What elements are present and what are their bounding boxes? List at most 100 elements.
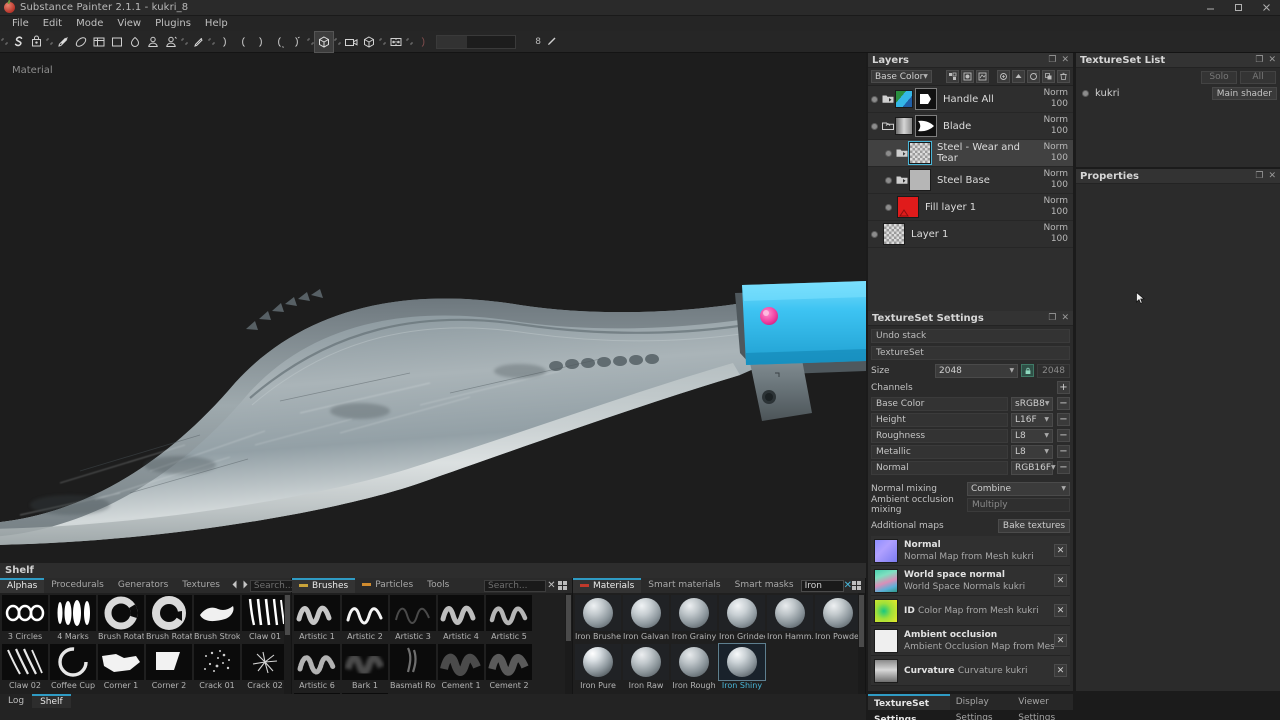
brush-thumbnail[interactable] — [342, 595, 388, 631]
duplicate-layer-icon[interactable] — [1042, 70, 1055, 83]
channel-format-select[interactable]: L8 ▼ — [1011, 444, 1053, 459]
alpha-thumbnail[interactable] — [194, 644, 240, 680]
alpha-thumbnail[interactable] — [2, 644, 48, 680]
channel-format-select[interactable]: L16F ▼ — [1011, 412, 1053, 427]
shelf-scrollbar-alphas[interactable] — [284, 593, 291, 694]
list-item[interactable]: Artistic 3 — [390, 595, 436, 642]
alpha-thumbnail[interactable] — [98, 644, 144, 680]
tab-smart-masks[interactable]: Smart masks — [728, 578, 801, 593]
material-thumbnail[interactable] — [767, 595, 813, 631]
layer-thumbnail[interactable] — [895, 117, 913, 135]
substance-logo-icon[interactable] — [9, 32, 27, 52]
list-item[interactable]: Iron Hamm... — [767, 595, 813, 642]
map-thumbnail[interactable] — [874, 658, 898, 683]
normal-mixing-select[interactable]: Combine ▼ — [967, 481, 1070, 496]
list-item[interactable]: ID Color Map from Mesh kukri ✕ — [871, 596, 1070, 626]
grid-view-brushes-icon[interactable] — [557, 580, 568, 591]
link-lock-icon[interactable] — [1021, 364, 1035, 377]
layer-thumbnail[interactable] — [883, 223, 905, 245]
brush-size-slider[interactable] — [436, 34, 516, 49]
layer-blend-opacity[interactable]: Norm 100 — [1039, 169, 1073, 191]
shelf-scrollbar-brushes[interactable] — [565, 593, 572, 694]
brush-thumbnail[interactable] — [342, 644, 388, 680]
list-item[interactable]: Brush Rotat... — [146, 595, 192, 642]
alpha-thumbnail[interactable] — [146, 644, 192, 680]
layer-mask-thumbnail[interactable] — [915, 88, 937, 110]
list-item[interactable]: Crack 02 — [242, 644, 288, 691]
textureset-settings-close-button[interactable]: ✕ — [1061, 313, 1069, 323]
list-item[interactable]: Iron Pure — [575, 644, 621, 691]
remove-channel-button[interactable]: − — [1057, 413, 1070, 426]
search-input-brushes[interactable]: Search... — [484, 579, 546, 592]
layer-visibility-toggle[interactable] — [882, 176, 895, 184]
brush-thumbnail[interactable] — [438, 644, 484, 680]
channel-base-color[interactable]: Base Color sRGB8 ▼ − — [871, 396, 1070, 411]
bracket-alt-icon[interactable] — [288, 32, 306, 52]
map-thumbnail[interactable] — [874, 628, 898, 653]
list-item[interactable]: Iron Shiny — [718, 643, 766, 691]
list-item[interactable]: Iron Grainy — [671, 595, 717, 642]
alpha-thumbnail[interactable] — [194, 595, 240, 631]
undo-stack-row[interactable]: Undo stack — [871, 329, 1070, 343]
alpha-thumbnail[interactable] — [242, 595, 288, 631]
table-row[interactable]: Steel - Wear and Tear Norm 100 — [868, 140, 1073, 167]
list-item[interactable]: Corner 1 — [98, 644, 144, 691]
menu-view[interactable]: View — [110, 16, 148, 31]
tab-log[interactable]: Log — [0, 694, 32, 708]
list-item[interactable]: Artistic 6 — [294, 644, 340, 691]
layers-panel-float-button[interactable]: ❐ — [1048, 55, 1056, 65]
folder-open-icon[interactable] — [881, 121, 895, 131]
list-item[interactable]: Iron Grinded — [719, 595, 765, 642]
alpha-thumbnail[interactable] — [50, 644, 96, 680]
list-item[interactable]: Iron Powder... — [815, 595, 861, 642]
menu-edit[interactable]: Edit — [36, 16, 69, 31]
layer-visibility-toggle[interactable] — [868, 122, 881, 130]
clear-search-materials-icon[interactable]: ✕ — [844, 580, 852, 591]
map-thumbnail[interactable] — [874, 598, 898, 623]
projection-icon[interactable] — [90, 32, 108, 52]
tab-generators[interactable]: Generators — [111, 578, 175, 593]
alpha-thumbnail[interactable] — [98, 595, 144, 631]
minimize-button[interactable] — [1196, 0, 1224, 16]
list-item[interactable]: Iron Rough — [671, 644, 717, 691]
menu-help[interactable]: Help — [198, 16, 235, 31]
add-group-icon[interactable] — [1027, 70, 1040, 83]
tab-textures[interactable]: Textures — [175, 578, 227, 593]
brush-thumbnail[interactable] — [438, 595, 484, 631]
alpha-thumbnail[interactable] — [2, 595, 48, 631]
grid-view-materials-icon[interactable] — [852, 580, 861, 591]
textureset-list-float-button[interactable]: ❐ — [1255, 55, 1263, 65]
layer-visibility-toggle[interactable] — [882, 203, 895, 211]
maximize-button[interactable] — [1224, 0, 1252, 16]
layer-blend-opacity[interactable]: Norm 100 — [1040, 142, 1073, 164]
tab-display-settings[interactable]: Display Settings — [950, 694, 1013, 720]
alpha-thumbnail[interactable] — [242, 644, 288, 680]
material-thumbnail[interactable] — [718, 643, 766, 681]
brush-thumbnail[interactable] — [486, 644, 532, 680]
list-item[interactable]: Curvature Curvature kukri ✕ — [871, 656, 1070, 686]
list-item[interactable]: Brush Rotat... — [98, 595, 144, 642]
properties-panel-float-button[interactable]: ❐ — [1255, 171, 1263, 181]
clone-stamp-icon[interactable] — [144, 32, 162, 52]
map-thumbnail[interactable] — [874, 538, 898, 563]
list-item[interactable]: Basmati Rough — [390, 644, 436, 691]
folder-icon[interactable] — [895, 148, 909, 158]
textureset-settings-float-button[interactable]: ❐ — [1048, 313, 1056, 323]
bracket-end-icon[interactable] — [414, 32, 432, 52]
textureset-shader[interactable]: Main shader — [1211, 86, 1277, 100]
table-row[interactable]: Blade Norm 100 — [868, 113, 1073, 140]
paint-brush-icon[interactable] — [54, 32, 72, 52]
list-item[interactable]: Artistic 2 — [342, 595, 388, 642]
textureset-list-close-button[interactable]: ✕ — [1268, 55, 1276, 65]
layer-visibility-toggle[interactable] — [882, 149, 895, 157]
remove-map-button[interactable]: ✕ — [1054, 634, 1067, 647]
list-item[interactable]: Artistic 5 — [486, 595, 532, 642]
solo-button[interactable]: Solo — [1201, 70, 1237, 84]
tab-particles[interactable]: Particles — [355, 578, 420, 593]
list-item[interactable]: Artistic 4 — [438, 595, 484, 642]
add-mask-icon[interactable] — [961, 70, 974, 83]
brush-thumbnail[interactable] — [390, 595, 436, 631]
layer-thumbnail[interactable] — [909, 169, 931, 191]
menu-mode[interactable]: Mode — [69, 16, 110, 31]
table-row[interactable]: Handle All Norm 100 — [868, 86, 1073, 113]
